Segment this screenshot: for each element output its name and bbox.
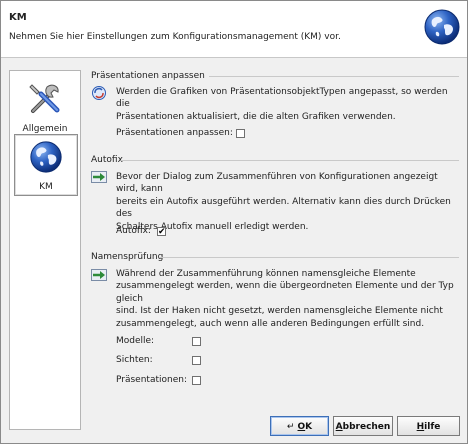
cancel-button[interactable]: Abbrechen [333, 416, 393, 436]
help-label-rest: ilfe [424, 422, 441, 432]
section-divider [209, 76, 459, 77]
cancel-mnemonic: A [335, 422, 343, 432]
arrow-right-icon [91, 170, 107, 187]
globe-icon [423, 8, 461, 49]
praesentationen-checkbox[interactable] [192, 376, 201, 385]
description-line: Schalters Autofix manuell erledigt werde… [116, 221, 309, 232]
description-line: Bevor der Dialog zum Zusammenführen von … [116, 172, 438, 195]
section-description: Bevor der Dialog zum Zusammenführen von … [116, 171, 458, 233]
refresh-graphics-icon [91, 85, 107, 104]
option-label: Präsentationen: [116, 375, 187, 385]
section-title-autofix: Autofix [91, 155, 123, 165]
description-line: Präsentationen aktualisiert, die die alt… [116, 111, 396, 122]
ok-label-rest: K [305, 422, 313, 432]
dialog-description: Nehmen Sie hier Einstellungen zum Konfig… [9, 32, 341, 42]
nav-item-km[interactable]: KM [14, 134, 78, 196]
settings-category-list: Allgemein KM [9, 70, 81, 430]
section-description: Werden die Grafiken von Präsentationsobj… [116, 86, 458, 123]
section-title-praesentationen: Präsentationen anpassen [91, 71, 205, 81]
section-divider [121, 160, 459, 161]
autofix-checkbox[interactable]: ✔ [157, 227, 166, 237]
section-divider [159, 257, 459, 258]
description-line: zusammengelegt, auch wenn alle anderen B… [116, 318, 425, 329]
description-line: Werden die Grafiken von Präsentationsobj… [116, 87, 448, 110]
option-label: Autofix: [116, 226, 151, 236]
nav-item-label: Allgemein [22, 124, 68, 134]
ok-button[interactable]: ↵ OK [270, 416, 329, 436]
tools-icon [29, 84, 60, 113]
arrow-right-icon [91, 268, 107, 285]
section-title-namenspruefung: Namensprüfung [91, 252, 164, 262]
description-line: bereits ein Autofix ausgeführt werden. A… [116, 196, 451, 220]
cancel-label-rest: bbrechen [342, 422, 391, 432]
enter-icon: ↵ [286, 422, 295, 432]
modelle-checkbox[interactable] [192, 337, 201, 346]
description-line: Während der Zusammenführung können namen… [116, 269, 416, 279]
dialog-title: KM [9, 12, 27, 23]
option-label: Modelle: [116, 336, 155, 346]
option-label: Präsentationen anpassen: [116, 128, 233, 138]
km-settings-dialog: KM Nehmen Sie hier Einstellungen zum Kon… [0, 0, 468, 444]
option-label: Sichten: [116, 355, 153, 365]
help-button[interactable]: Hilfe [397, 416, 460, 436]
description-line: zusammengelegt werden, wenn die übergeor… [116, 281, 454, 304]
nav-item-label: KM [39, 182, 53, 192]
globe-icon [30, 141, 62, 173]
description-line: sind. Ist der Haken nicht gesetzt, werde… [116, 306, 443, 317]
sichten-checkbox[interactable] [192, 356, 201, 365]
dialog-header: KM Nehmen Sie hier Einstellungen zum Kon… [1, 1, 467, 58]
section-description: Während der Zusammenführung können namen… [116, 268, 458, 330]
praesentationen-anpassen-checkbox[interactable] [236, 129, 245, 138]
nav-item-allgemein[interactable]: Allgemein [14, 77, 76, 137]
